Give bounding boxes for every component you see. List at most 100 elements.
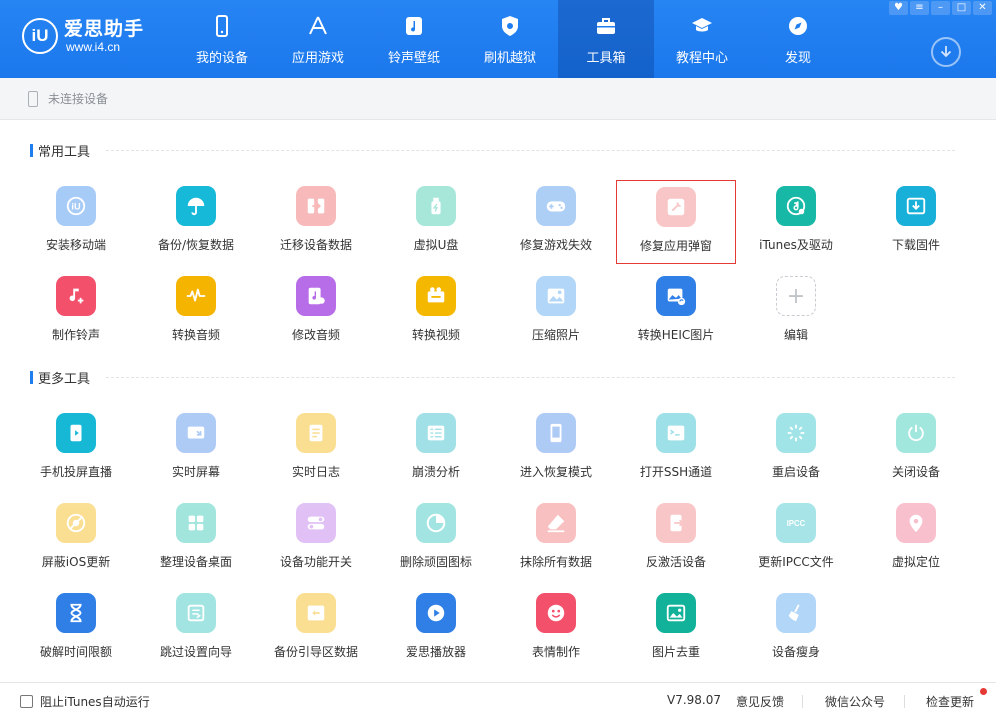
tool-label: 重启设备 — [771, 465, 820, 479]
section-common-tools: 常用工具 — [30, 143, 955, 160]
nav-item-shield[interactable]: 刷机越狱 — [462, 0, 558, 78]
music-icon — [406, 17, 422, 35]
tool-power[interactable]: 关闭设备 — [856, 407, 976, 491]
feedback-link[interactable]: 意见反馈 — [736, 693, 784, 710]
tool-image-dedupe[interactable]: 图片去重 — [616, 587, 736, 671]
phone-icon — [216, 15, 228, 37]
tool-location-pin[interactable]: 虚拟定位 — [856, 497, 976, 581]
block-itunes-checkbox[interactable] — [20, 695, 33, 708]
tool-gamepad[interactable]: 修复游戏失效 — [496, 180, 616, 264]
section-more-tools: 更多工具 — [30, 370, 955, 387]
appstore-icon — [309, 16, 327, 35]
tool-label: 制作铃声 — [51, 328, 100, 342]
tool-label: 虚拟U盘 — [413, 238, 459, 252]
tool-photo-compress[interactable]: 压缩照片 — [496, 270, 616, 354]
audio-wave-icon — [186, 288, 206, 302]
tool-restart[interactable]: 重启设备 — [736, 407, 856, 491]
tool-play[interactable]: 爱思播放器 — [376, 587, 496, 671]
tool-icon — [176, 186, 216, 226]
tool-i4-app[interactable]: iU 安装移动端 — [16, 180, 136, 264]
tool-label: 删除顽固图标 — [399, 555, 472, 569]
tool-eraser[interactable]: 抹除所有数据 — [496, 497, 616, 581]
tool-hourglass[interactable]: 破解时间限额 — [16, 587, 136, 671]
tool-app-repair[interactable]: 修复应用弹窗 — [616, 180, 736, 264]
eraser-icon — [547, 514, 565, 533]
nav-item-graduation-cap[interactable]: 教程中心 — [654, 0, 750, 78]
recovery-mode-icon — [550, 423, 562, 443]
emoji-icon — [547, 604, 565, 622]
tool-toggle[interactable]: 设备功能开关 — [256, 497, 376, 581]
tool-screen-cast[interactable]: 手机投屏直播 — [16, 407, 136, 491]
tool-log[interactable]: 实时日志 — [256, 407, 376, 491]
tool-icon — [536, 186, 576, 226]
download-manager-button[interactable] — [931, 37, 961, 67]
tool-audio-edit[interactable]: 修改音频 — [256, 270, 376, 354]
tool-usb-drive[interactable]: 虚拟U盘 — [376, 180, 496, 264]
menu-icon[interactable]: ≡ — [910, 1, 929, 15]
tool-ssh-terminal[interactable]: 打开SSH通道 — [616, 407, 736, 491]
tool-broom[interactable]: 设备瘦身 — [736, 587, 856, 671]
ringtone-icon — [69, 288, 84, 304]
tool-icon — [536, 413, 576, 453]
tool-emoji[interactable]: 表情制作 — [496, 587, 616, 671]
wechat-link[interactable]: 微信公众号 — [825, 693, 885, 710]
tool-icon — [56, 276, 96, 316]
tool-label: 转换音频 — [171, 328, 220, 342]
block-update-icon — [66, 513, 86, 533]
maximize-button[interactable]: □ — [952, 1, 971, 15]
tool-icon — [656, 593, 696, 633]
device-status-bar: 未连接设备 — [0, 78, 996, 120]
tool-block-update[interactable]: 屏蔽iOS更新 — [16, 497, 136, 581]
tool-itunes[interactable]: iTunes及驱动 — [736, 180, 856, 264]
close-button[interactable]: ✕ — [973, 1, 992, 15]
tool-download-firmware[interactable]: 下载固件 — [856, 180, 976, 264]
skin-icon[interactable]: ♥ — [889, 1, 908, 15]
tool-desktop-grid[interactable]: 整理设备桌面 — [136, 497, 256, 581]
tool-label: 修改音频 — [291, 328, 340, 342]
tool-crash-analysis[interactable]: 崩溃分析 — [376, 407, 496, 491]
tool-deactivate[interactable]: 反激活设备 — [616, 497, 736, 581]
tool-label: 实时日志 — [291, 465, 340, 479]
tool-plus[interactable]: + 编辑 — [736, 270, 856, 354]
nav-item-phone[interactable]: 我的设备 — [174, 0, 270, 78]
hourglass-icon — [70, 603, 82, 623]
tool-label: 关闭设备 — [891, 465, 940, 479]
top-bar: iU 爱思助手 www.i4.cn 我的设备 应用游戏 铃声壁纸 刷机越狱 工具箱 教程中… — [0, 0, 996, 78]
tool-label: 设备瘦身 — [771, 645, 820, 659]
tool-skip-setup[interactable]: 跳过设置向导 — [136, 587, 256, 671]
nav-item-compass[interactable]: 发现 — [750, 0, 846, 78]
tool-transfer[interactable]: 迁移设备数据 — [256, 180, 376, 264]
tool-icon — [416, 413, 456, 453]
tool-ringtone[interactable]: 制作铃声 — [16, 270, 136, 354]
tool-delete-pie-icon[interactable]: 删除顽固图标 — [376, 497, 496, 581]
tool-realtime-screen[interactable]: 实时屏幕 — [136, 407, 256, 491]
nav-item-appstore[interactable]: 应用游戏 — [270, 0, 366, 78]
tool-recovery-mode[interactable]: 进入恢复模式 — [496, 407, 616, 491]
section-title: 常用工具 — [38, 144, 91, 160]
check-update-link[interactable]: 检查更新 — [926, 693, 974, 710]
tool-icon — [896, 503, 936, 543]
tool-icon — [296, 593, 336, 633]
tool-heic-convert[interactable]: 转换HEIC图片 — [616, 270, 736, 354]
tool-ipcc[interactable]: IPCC 更新IPCC文件 — [736, 497, 856, 581]
toolbox-icon — [597, 18, 615, 34]
tool-label: 压缩照片 — [531, 328, 580, 342]
itunes-icon — [786, 196, 806, 216]
minimize-button[interactable]: – — [931, 1, 950, 15]
image-dedupe-icon — [666, 604, 686, 622]
tool-umbrella[interactable]: 备份/恢复数据 — [136, 180, 256, 264]
nav-item-toolbox[interactable]: 工具箱 — [558, 0, 654, 78]
graduation-cap-icon — [692, 18, 712, 32]
tool-boot-backup[interactable]: 备份引导区数据 — [256, 587, 376, 671]
tool-label: 屏蔽iOS更新 — [41, 555, 111, 569]
tool-label: 转换HEIC图片 — [637, 328, 715, 342]
log-icon — [309, 424, 323, 442]
tool-label: 下载固件 — [891, 238, 940, 252]
tool-video-convert[interactable]: 转换视频 — [376, 270, 496, 354]
umbrella-icon — [187, 197, 205, 216]
tool-audio-wave[interactable]: 转换音频 — [136, 270, 256, 354]
nav-item-music[interactable]: 铃声壁纸 — [366, 0, 462, 78]
shield-icon — [502, 16, 518, 36]
video-convert-icon — [427, 287, 445, 303]
block-itunes-label[interactable]: 阻止iTunes自动运行 — [40, 693, 150, 710]
